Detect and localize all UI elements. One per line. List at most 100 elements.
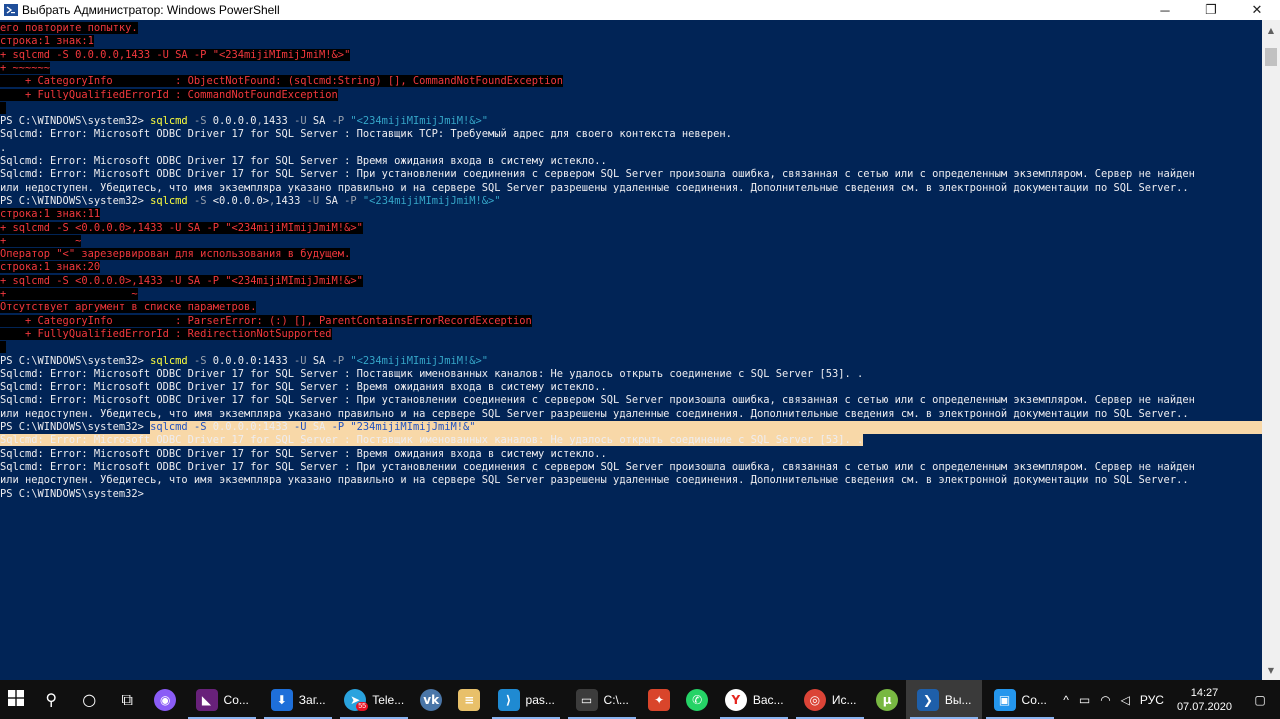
clock-time: 14:27 [1190, 686, 1219, 699]
maximize-button[interactable]: ❐ [1188, 0, 1234, 20]
console-text: 0.0.0.0:1433 [212, 421, 295, 433]
taskbar-task-view-button[interactable]: ○ [70, 680, 108, 719]
close-button[interactable]: ✕ [1234, 0, 1280, 20]
console-output[interactable]: его повторите попытку. строка:1 знак:1 + s… [0, 20, 1262, 680]
console-line: + sqlcmd -S <0.0.0.0>,1433 -U SA -P "<23… [0, 221, 363, 235]
console-line [0, 101, 7, 115]
error-text: + sqlcmd -S 0.0.0.0,1433 -U SA -P "<234m… [0, 48, 351, 61]
network-icon[interactable]: ◠ [1095, 680, 1115, 719]
error-text: его повторите попытку. [0, 22, 138, 34]
error-text: Оператор "<" зарезервирован для использо… [0, 248, 351, 261]
console-text: -U [294, 421, 313, 433]
console-line: PS C:\WINDOWS\system32> sqlcmd -S 0.0.0.… [0, 355, 488, 368]
console-text: SA [325, 194, 345, 207]
chrome-icon: ◎ [803, 688, 826, 711]
taskbar-alice-button[interactable]: ◉ [146, 680, 184, 719]
error-text: + ~ [0, 234, 82, 247]
console-text: 0.0.0.0:1433 [212, 354, 295, 367]
volume-icon[interactable]: ◁ [1116, 680, 1135, 719]
console-line: или недоступен. Убедитесь, что имя экзем… [0, 182, 1189, 195]
console-text: -U [306, 194, 326, 207]
taskbar-search-button[interactable]: ⚲ [32, 680, 70, 719]
taskbar-notepad-button[interactable]: ≡ [450, 680, 488, 719]
taskbar-docker-button[interactable]: ▣ Co... [982, 680, 1058, 719]
console-text: Sqlcmd: Error: Microsoft ODBC Driver 17 … [0, 367, 864, 380]
console-line: Sqlcmd: Error: Microsoft ODBC Driver 17 … [0, 461, 1195, 474]
notifications-icon[interactable]: ▢ [1240, 680, 1280, 719]
console-line: + FullyQualifiedErrorId : CommandNotFoun… [0, 88, 338, 102]
console-line: PS C:\WINDOWS\system32> [0, 488, 144, 501]
taskbar-vscode-button[interactable]: ⟩ pas... [488, 680, 564, 719]
taskbar-yandex-browser-button[interactable]: Y Вас... [716, 680, 792, 719]
console-line: или недоступен. Убедитесь, что имя экзем… [0, 408, 1189, 421]
taskbar-app-label: Co... [223, 692, 249, 707]
docker-icon: ▣ [993, 688, 1016, 711]
error-text [0, 341, 7, 354]
whatsapp-icon: ✆ [686, 688, 709, 711]
taskbar-timeline-button[interactable]: ⧉ [108, 680, 146, 719]
taskbar-app-label: Заг... [298, 692, 326, 707]
error-text: + FullyQualifiedErrorId : CommandNotFoun… [0, 88, 338, 101]
console-text: -P [331, 115, 351, 128]
vertical-scrollbar[interactable]: ▲ ▼ [1262, 20, 1280, 680]
battery-icon[interactable]: ▭ [1074, 680, 1095, 719]
console-line: Sqlcmd: Error: Microsoft ODBC Driver 17 … [0, 394, 1195, 407]
console-line: + CategoryInfo : ParserError: (:) [], Pa… [0, 314, 532, 328]
taskbar-app-label: Co... [1021, 692, 1047, 707]
clock[interactable]: 14:27 07.07.2020 [1169, 686, 1240, 714]
window-titlebar[interactable]: Выбрать Администратор: Windows PowerShel… [0, 0, 1280, 20]
error-text: Отсутствует аргумент в списке параметров… [0, 301, 257, 314]
notepad-icon: ≡ [458, 688, 481, 711]
console-line: Оператор "<" зарезервирован для использо… [0, 248, 351, 261]
console-line: + ~ [0, 234, 82, 248]
console-line: PS C:\WINDOWS\system32> sqlcmd -S <0.0.0… [0, 195, 501, 208]
taskbar-cmd-button[interactable]: ▭ C:\... [564, 680, 640, 719]
download-arrow-icon: ⬇ [270, 688, 293, 711]
console-text: 0.0.0.0 [212, 115, 257, 128]
scroll-up-arrow-icon[interactable]: ▲ [1262, 22, 1280, 38]
taskbar-app-label: Вы... [944, 692, 972, 707]
scroll-down-arrow-icon[interactable]: ▼ [1262, 662, 1280, 678]
console-text: PS C:\WINDOWS\system32> [0, 354, 151, 367]
console-line: Sqlcmd: Error: Microsoft ODBC Driver 17 … [0, 448, 607, 461]
taskbar-git-kraken-button[interactable]: ✦ [640, 680, 678, 719]
minimize-button[interactable]: ─ [1142, 0, 1188, 20]
console-text: Sqlcmd: Error: Microsoft ODBC Driver 17 … [0, 447, 607, 460]
taskbar-vk-button[interactable]: vk [412, 680, 450, 719]
utorrent-icon: μ [876, 688, 899, 711]
taskbar-utorrent-button[interactable]: μ [868, 680, 906, 719]
error-text: строка:1 знак:1 [0, 35, 94, 48]
console-text: Sqlcmd: Error: Microsoft ODBC Driver 17 … [0, 128, 732, 141]
tray-chevron-icon[interactable]: ^ [1058, 680, 1074, 719]
yandex-alice-icon: ◉ [154, 688, 177, 711]
console-line [0, 341, 7, 354]
powershell-icon [4, 3, 18, 17]
console-text: -S [187, 115, 213, 128]
start-button[interactable] [0, 680, 32, 719]
console-line: PS C:\WINDOWS\system32> sqlcmd -S 0.0.0.… [0, 115, 488, 128]
error-text [0, 101, 7, 114]
taskbar-chrome-button[interactable]: ◎ Ис... [792, 680, 868, 719]
taskbar-whatsapp-button[interactable]: ✆ [678, 680, 716, 719]
unread-badge: 55 [356, 702, 368, 711]
taskbar-downloads-button[interactable]: ⬇ Заг... [260, 680, 336, 719]
console-line: + sqlcmd -S <0.0.0.0>,1433 -U SA -P "<23… [0, 274, 363, 288]
terminal-icon: ▭ [575, 688, 598, 711]
console-text: "<234mijiMImijJmiM!&>" [350, 115, 489, 128]
taskbar-powershell-button[interactable]: ❯ Вы... [906, 680, 983, 719]
console-text: -S [187, 421, 213, 433]
taskbar: ⚲ ○ ⧉ ◉ ◣ Co... ⬇ Заг... ➤ 55 Tele... vk ≡ ⟩ pas... ▭ C:… [0, 680, 1280, 719]
taskbar-visual-studio-button[interactable]: ◣ Co... [184, 680, 260, 719]
system-tray: ^ ▭ ◠ ◁ РУС 14:27 07.07.2020 ▢ [1058, 680, 1280, 719]
vk-icon: vk [420, 688, 443, 711]
taskbar-telegram-button[interactable]: ➤ 55 Tele... [336, 680, 412, 719]
console-text: Sqlcmd: Error: Microsoft ODBC Driver 17 … [0, 155, 607, 167]
taskbar-app-label: Tele... [372, 692, 405, 707]
language-indicator[interactable]: РУС [1135, 680, 1169, 719]
console-text: -U [294, 115, 313, 128]
console-text: sqlcmd [150, 354, 188, 367]
taskbar-apps: ⚲ ○ ⧉ ◉ ◣ Co... ⬇ Заг... ➤ 55 Tele... vk ≡ ⟩ pas... ▭ C:… [32, 680, 1058, 719]
error-text: + sqlcmd -S <0.0.0.0>,1433 -U SA -P "<23… [0, 274, 363, 287]
scrollbar-thumb[interactable] [1265, 48, 1277, 66]
error-text: + ~~~~~~ [0, 61, 51, 74]
